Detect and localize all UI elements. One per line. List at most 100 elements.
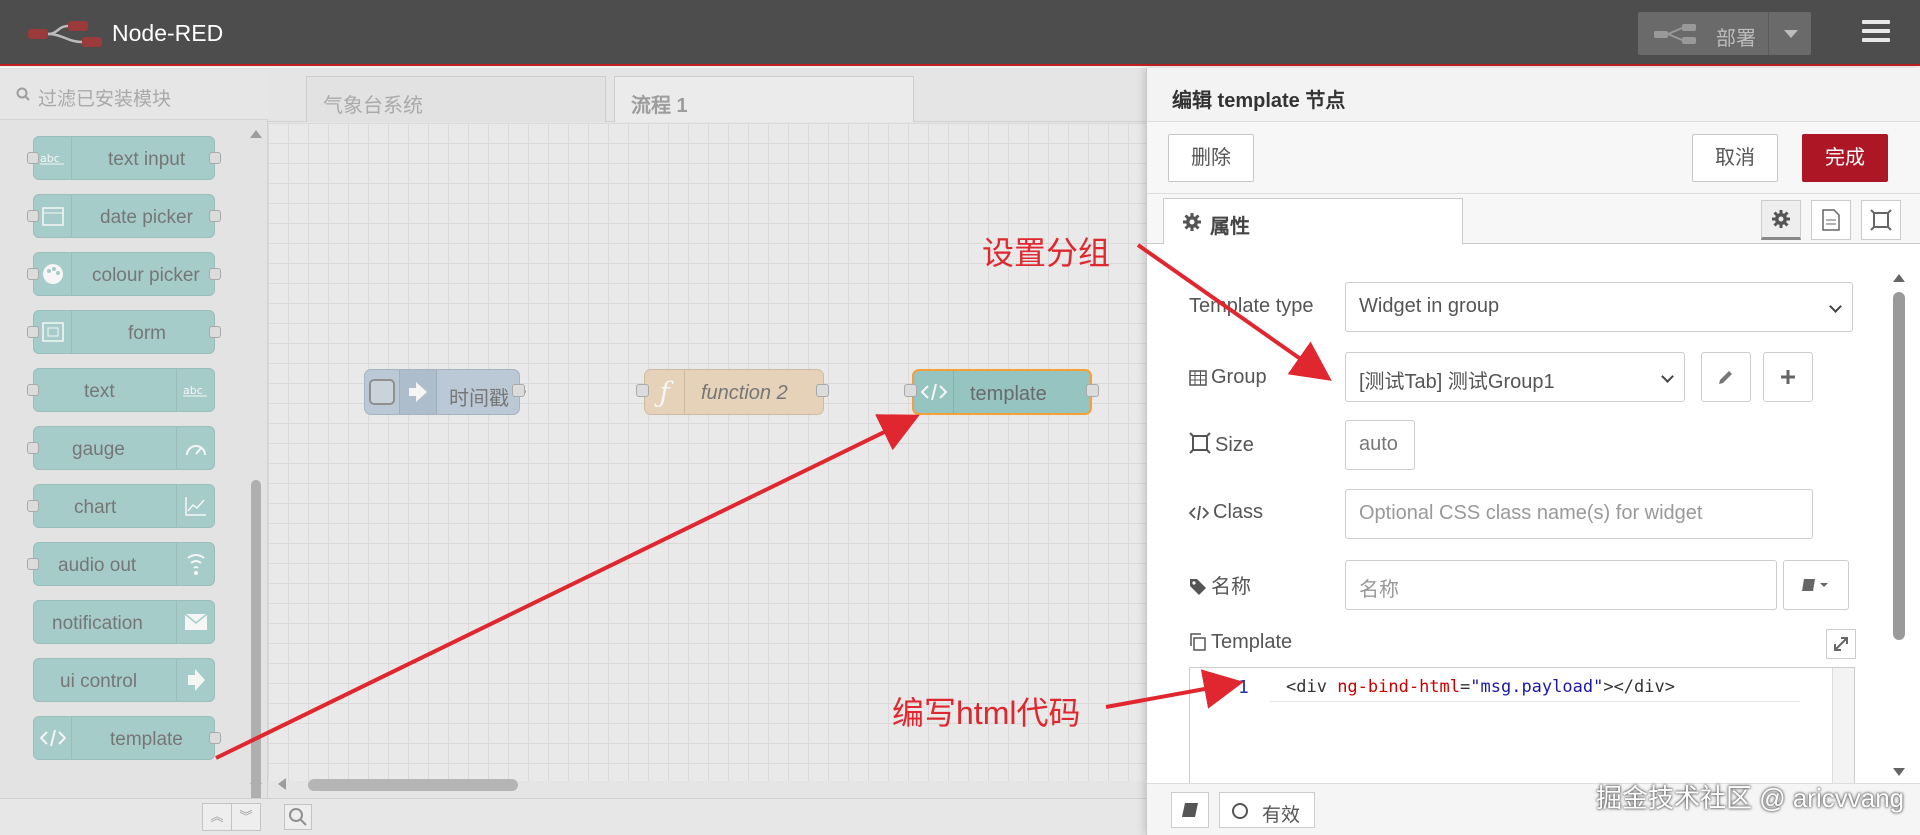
- deploy-menu-caret-icon[interactable]: [1784, 30, 1798, 38]
- expand-all-icon[interactable]: ︾: [231, 803, 261, 831]
- flow-port[interactable]: [1086, 384, 1099, 397]
- tray-tabs: 属性: [1147, 194, 1920, 245]
- tray-toolbar: 删除 取消 完成: [1147, 122, 1920, 194]
- palette-port: [27, 442, 39, 454]
- palette-node-form[interactable]: form: [33, 310, 215, 354]
- class-input[interactable]: Optional CSS class name(s) for widget: [1345, 489, 1813, 539]
- tray-scroll-up-icon[interactable]: [1893, 274, 1905, 282]
- palette-node-label: template: [110, 729, 183, 750]
- flow-node-inject[interactable]: 时间戳: [364, 369, 520, 415]
- arrow-icon: [176, 659, 214, 701]
- tab-weather-system[interactable]: 气象台系统: [306, 76, 606, 122]
- palette-scrollbar[interactable]: [251, 480, 261, 835]
- deploy-button[interactable]: 部署: [1638, 12, 1811, 55]
- scroll-left-icon[interactable]: [278, 778, 286, 790]
- palette-scroll-up-icon[interactable]: [250, 130, 262, 138]
- collapse-all-icon[interactable]: ︽: [202, 803, 232, 831]
- tab-properties-label: 属性: [1210, 216, 1250, 238]
- tray-scroll-down-icon[interactable]: [1893, 768, 1905, 776]
- flow-node-function[interactable]: ƒ function 2: [644, 369, 824, 415]
- palette-node-text[interactable]: text abc: [33, 368, 215, 412]
- palette-node-chart[interactable]: chart: [33, 484, 215, 528]
- code-icon: [1188, 505, 1210, 521]
- cancel-button[interactable]: 取消: [1692, 134, 1778, 182]
- flow-port[interactable]: [512, 384, 525, 397]
- node-palette: 过滤已安装模块 abc text input date picker colou…: [0, 68, 268, 835]
- palette-node-gauge[interactable]: gauge: [33, 426, 215, 470]
- edit-group-button[interactable]: [1701, 352, 1751, 402]
- library-menu-button[interactable]: [1783, 560, 1849, 610]
- watermark: 掘金技术社区 @ aricvvang: [1596, 783, 1905, 813]
- template-type-label: Template type: [1189, 295, 1314, 317]
- tab-flow-1[interactable]: 流程 1: [614, 76, 914, 122]
- palette-port: [209, 152, 221, 164]
- editor-scrollbar[interactable]: [1832, 668, 1854, 796]
- palette-node-text-input[interactable]: abc text input: [33, 136, 215, 180]
- main-menu-hamburger-icon[interactable]: [1862, 20, 1890, 44]
- function-icon: ƒ: [645, 370, 685, 414]
- palette-node-label: chart: [74, 497, 117, 518]
- add-group-button[interactable]: [1763, 352, 1813, 402]
- svg-text:abc: abc: [183, 384, 203, 397]
- template-type-value: Widget in group: [1359, 295, 1500, 317]
- palette-port: [209, 732, 221, 744]
- appearance-tab-button[interactable]: [1861, 200, 1901, 240]
- palette-node-label: text: [84, 381, 115, 402]
- template-label-text: Template: [1211, 631, 1293, 653]
- pencil-icon: [1719, 371, 1732, 384]
- size-button[interactable]: auto: [1345, 420, 1415, 470]
- flow-node-template[interactable]: template: [912, 369, 1092, 415]
- delete-button[interactable]: 删除: [1168, 134, 1254, 182]
- palette-port: [27, 210, 39, 222]
- group-select[interactable]: [测试Tab] 测试Group1: [1345, 352, 1685, 402]
- tray-scrollbar[interactable]: [1893, 292, 1905, 640]
- palette-node-date-picker[interactable]: date picker: [33, 194, 215, 238]
- flow-node-label: 时间戳: [449, 388, 509, 410]
- name-input[interactable]: 名称: [1345, 560, 1777, 610]
- workspace-horizontal-scrollbar[interactable]: [308, 779, 518, 791]
- settings-tab-button[interactable]: [1761, 200, 1801, 240]
- description-tab-button[interactable]: [1811, 200, 1851, 240]
- palette-node-colour-picker[interactable]: colour picker: [33, 252, 215, 296]
- deploy-icon: [1654, 24, 1696, 44]
- template-type-select[interactable]: Widget in group: [1345, 282, 1853, 332]
- palette-node-label: colour picker: [92, 265, 200, 286]
- edit-tray: 编辑 template 节点 删除 取消 完成 属性 Template type…: [1146, 68, 1920, 835]
- palette-search-placeholder: 过滤已安装模块: [38, 89, 172, 110]
- annotation-set-group: 设置分组: [982, 235, 1111, 271]
- flow-canvas[interactable]: 时间戳 ƒ function 2 template: [268, 123, 1146, 781]
- palette-node-ui-control[interactable]: ui control: [33, 658, 215, 702]
- palette-search-input[interactable]: 过滤已安装模块: [0, 68, 268, 120]
- enabled-label: 有效: [1262, 805, 1301, 826]
- flow-port[interactable]: [636, 384, 649, 397]
- envelope-icon: [176, 601, 214, 643]
- done-button[interactable]: 完成: [1802, 134, 1888, 182]
- palette-port: [27, 268, 39, 280]
- tab-properties[interactable]: 属性: [1163, 198, 1463, 245]
- palette-port: [27, 152, 39, 164]
- palette-icon: [34, 253, 72, 295]
- editor-gutter: [1190, 668, 1270, 796]
- annotation-write-html: 编写html代码: [892, 695, 1081, 731]
- search-flows-button[interactable]: [284, 804, 312, 830]
- palette-port: [209, 268, 221, 280]
- expand-editor-icon[interactable]: [1826, 629, 1856, 659]
- gear-icon: [1183, 213, 1201, 231]
- help-button[interactable]: [1171, 792, 1209, 828]
- flow-port[interactable]: [904, 384, 917, 397]
- flow-node-label: function 2: [701, 382, 788, 404]
- svg-text:abc: abc: [40, 152, 60, 165]
- palette-node-template[interactable]: template: [33, 716, 215, 760]
- abc-icon: abc: [34, 137, 72, 179]
- tray-title: 编辑 template 节点: [1172, 90, 1346, 112]
- node-enabled-toggle[interactable]: 有效: [1219, 792, 1315, 828]
- palette-node-audio-out[interactable]: audio out: [33, 542, 215, 586]
- palette-node-label: gauge: [72, 439, 125, 460]
- palette-node-notification[interactable]: notification: [33, 600, 215, 644]
- editor-code-line[interactable]: <div ng-bind-html="msg.payload"></div>: [1286, 677, 1675, 697]
- app-title: Node-RED: [112, 20, 224, 46]
- flow-port[interactable]: [816, 384, 829, 397]
- size-label-text: Size: [1215, 434, 1254, 456]
- code-icon: [34, 717, 72, 759]
- inject-button[interactable]: [369, 379, 395, 405]
